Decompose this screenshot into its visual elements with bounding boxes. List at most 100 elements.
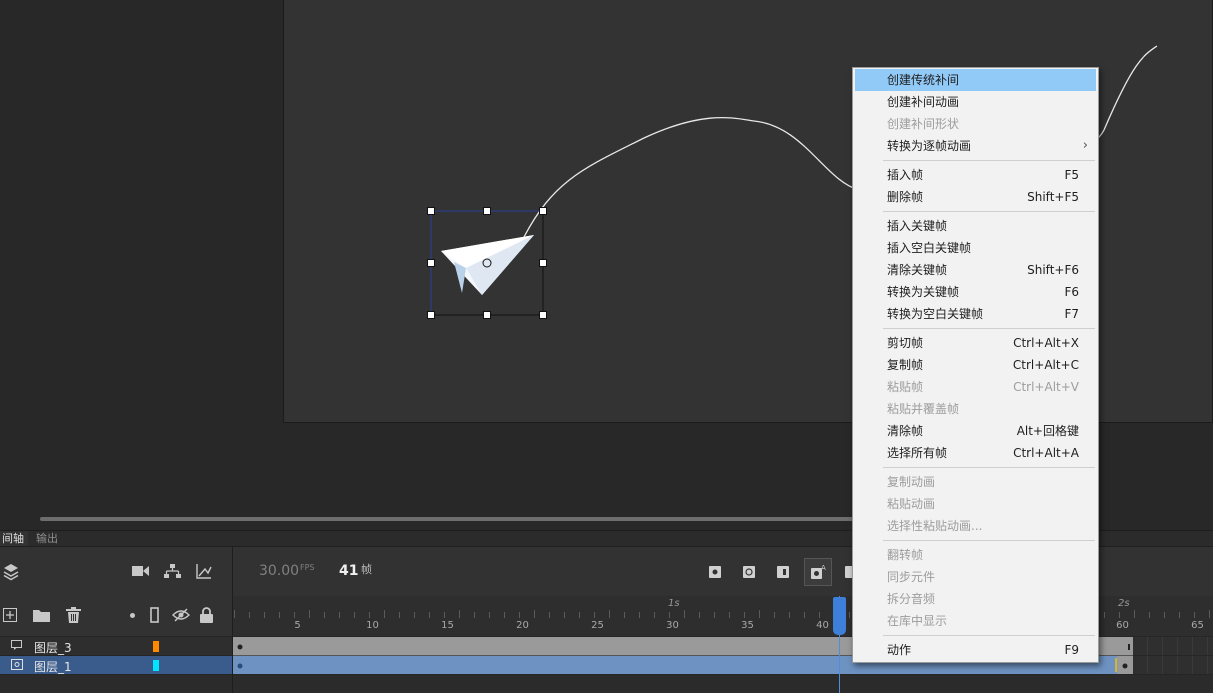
camera-icon[interactable] [132, 565, 149, 577]
menu-item[interactable]: 动作 F9 [855, 639, 1096, 661]
insert-frame-button[interactable] [772, 561, 794, 583]
menu-item[interactable]: 插入关键帧 [855, 215, 1096, 237]
empty-frame-cells[interactable] [1133, 656, 1213, 674]
menu-item-label: 选择性粘贴动画... [887, 519, 983, 533]
menu-item-shortcut: F7 [1064, 307, 1079, 321]
ruler-frame-label: 35 [741, 620, 754, 631]
menu-separator [883, 635, 1095, 636]
lock-icon[interactable] [200, 607, 213, 623]
layer-row[interactable]: 图层_3 [0, 637, 232, 656]
tab-output[interactable]: 输出 [32, 531, 62, 547]
menu-item-label: 动作 [887, 643, 912, 657]
menu-item: 粘贴动画 [855, 493, 1096, 515]
menu-item-label: 转换为空白关键帧 [887, 307, 984, 321]
menu-item[interactable]: 复制帧 Ctrl+Alt+C [855, 354, 1096, 376]
fps-value[interactable]: 30.00 [259, 563, 299, 579]
menu-item: 同步元件 [855, 566, 1096, 588]
menu-item: 选择性粘贴动画... [855, 515, 1096, 537]
menu-item: 粘贴帧 Ctrl+Alt+V [855, 376, 1096, 398]
fps-unit-label: FPS [300, 563, 315, 572]
menu-item: 翻转帧 [855, 544, 1096, 566]
submenu-arrow-icon: › [1082, 138, 1088, 153]
menu-item[interactable]: 插入帧 F5 [855, 164, 1096, 186]
layer-list-empty [0, 675, 232, 693]
ruler-frame-label: 25 [591, 620, 604, 631]
new-layer-icon[interactable] [3, 608, 17, 622]
playhead-handle[interactable] [833, 597, 846, 635]
blank-keyframe-button[interactable] [738, 561, 760, 583]
menu-item[interactable]: 清除关键帧 Shift+F6 [855, 259, 1096, 281]
menu-item[interactable]: 选择所有帧 Ctrl+Alt+A [855, 442, 1096, 464]
menu-item-shortcut: Shift+F5 [1027, 190, 1079, 204]
menu-item-label: 粘贴动画 [887, 497, 936, 511]
layer-color-swatch[interactable] [153, 641, 159, 652]
svg-text:A: A [821, 564, 826, 572]
onion-skin-button[interactable]: A [804, 558, 832, 586]
ruler-frame-label: 40 [816, 620, 829, 631]
layer-type-icon [11, 659, 23, 673]
menu-item-label: 转换为关键帧 [887, 285, 960, 299]
tab-timeline[interactable]: 间轴 [0, 531, 28, 547]
outline-icon[interactable] [150, 607, 159, 623]
menu-item-shortcut: Shift+F6 [1027, 263, 1079, 277]
ruler-frame-label: 10 [366, 620, 379, 631]
graph-icon[interactable] [196, 564, 212, 579]
menu-item-label: 插入关键帧 [887, 219, 948, 233]
menu-item-shortcut: F9 [1064, 643, 1079, 657]
menu-separator [883, 160, 1095, 161]
menu-item: 创建补间形状 [855, 113, 1096, 135]
menu-item[interactable]: 剪切帧 Ctrl+Alt+X [855, 332, 1096, 354]
empty-frame-cells[interactable] [1133, 637, 1213, 655]
dot-icon[interactable] [130, 613, 135, 618]
menu-item[interactable]: 创建传统补间 [855, 69, 1096, 91]
layer-row-selected[interactable]: 图层_1 [0, 656, 232, 674]
folder-icon[interactable] [33, 608, 50, 622]
hierarchy-icon[interactable] [164, 564, 181, 579]
ruler-frame-label: 5 [294, 620, 301, 631]
ruler-frame-label: 65 [1191, 620, 1204, 631]
menu-item-label: 剪切帧 [887, 336, 924, 350]
menu-item: 在库中显示 [855, 610, 1096, 632]
menu-separator [883, 467, 1095, 468]
menu-item[interactable]: 转换为逐帧动画 › [855, 135, 1096, 157]
menu-item-label: 创建补间动画 [887, 95, 960, 109]
layer-name[interactable]: 图层_3 [34, 639, 72, 656]
eye-hidden-icon[interactable] [172, 608, 190, 622]
menu-item-label: 插入空白关键帧 [887, 241, 972, 255]
trash-icon[interactable] [66, 607, 81, 623]
menu-item: 复制动画 [855, 471, 1096, 493]
current-frame-value[interactable]: 41 [339, 563, 358, 579]
menu-separator [883, 211, 1095, 212]
paper-plane-symbol [441, 235, 534, 295]
menu-item[interactable]: 转换为关键帧 F6 [855, 281, 1096, 303]
scrollbar-thumb[interactable] [40, 517, 855, 521]
context-menu: 创建传统补间创建补间动画 创建补间形状 转换为逐帧动画 › 插入帧 F5 删除帧 Shift+… [852, 67, 1099, 663]
menu-item[interactable]: 创建补间动画 [855, 91, 1096, 113]
menu-item-label: 复制帧 [887, 358, 924, 372]
layer-type-icon [11, 640, 23, 654]
menu-item-shortcut: Ctrl+Alt+A [1013, 446, 1079, 460]
menu-item-label: 翻转帧 [887, 548, 924, 562]
layer-name[interactable]: 图层_1 [34, 658, 72, 675]
menu-item-label: 删除帧 [887, 190, 924, 204]
ruler-frame-label: 60 [1116, 620, 1129, 631]
ruler-second-marker: 2s [1118, 598, 1130, 609]
keyframe-button[interactable] [704, 561, 726, 583]
menu-item[interactable]: 转换为空白关键帧 F7 [855, 303, 1096, 325]
stage-horizontal-scrollbar[interactable] [0, 516, 860, 522]
menu-item[interactable]: 删除帧 Shift+F5 [855, 186, 1096, 208]
layers-icon[interactable] [3, 563, 19, 581]
menu-item[interactable]: 清除帧 Alt+回格键 [855, 420, 1096, 442]
menu-item: 粘贴并覆盖帧 [855, 398, 1096, 420]
menu-item-label: 创建补间形状 [887, 117, 960, 131]
menu-separator [883, 328, 1095, 329]
menu-item-shortcut: F6 [1064, 285, 1079, 299]
menu-item-label: 清除帧 [887, 424, 924, 438]
menu-item-label: 插入帧 [887, 168, 924, 182]
layer-color-swatch[interactable] [153, 660, 159, 671]
frames-empty-area [233, 675, 1213, 693]
menu-item-shortcut: Ctrl+Alt+V [1013, 380, 1079, 394]
menu-item-label: 转换为逐帧动画 [887, 139, 972, 153]
menu-item-shortcut: F5 [1064, 168, 1079, 182]
menu-item[interactable]: 插入空白关键帧 [855, 237, 1096, 259]
